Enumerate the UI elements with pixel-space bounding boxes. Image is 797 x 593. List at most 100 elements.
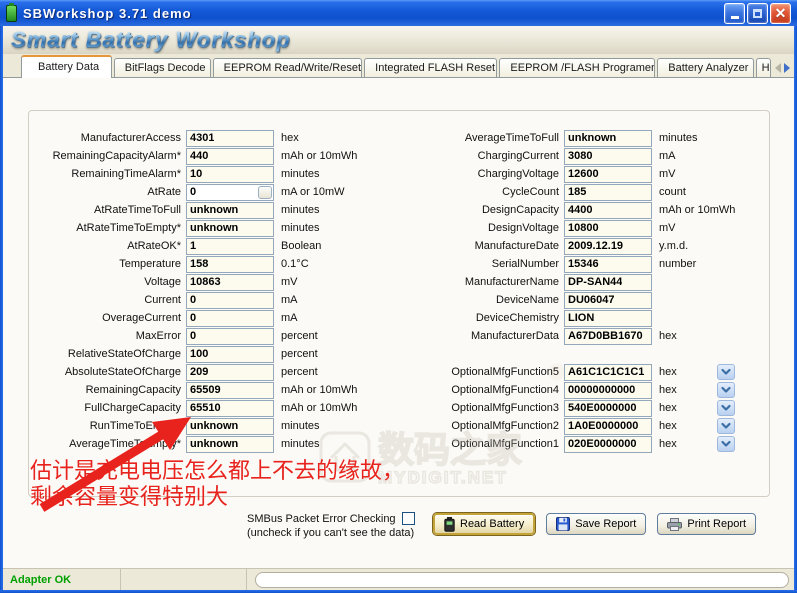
field-value[interactable]: 0 bbox=[186, 328, 274, 345]
field-value[interactable]: 540E0000000 bbox=[564, 400, 652, 417]
field-value[interactable]: 1A0E0000000 bbox=[564, 418, 652, 435]
field-value-text: 3080 bbox=[568, 150, 592, 162]
field-label: ManufacturerData bbox=[440, 330, 564, 342]
chevron-down-icon[interactable] bbox=[717, 436, 735, 452]
logo-bar: Smart Battery Workshop bbox=[3, 26, 794, 54]
tab-eeprom-flash-programer[interactable]: EEPROM /FLASH Programer bbox=[499, 58, 655, 77]
field-value[interactable]: 100 bbox=[186, 346, 274, 363]
field-value[interactable]: unknown bbox=[564, 130, 652, 147]
read-battery-button[interactable]: Read Battery bbox=[433, 513, 535, 535]
field-value-text: unknown bbox=[190, 438, 238, 450]
field-value[interactable]: 10863 bbox=[186, 274, 274, 291]
field-value-text: 10800 bbox=[568, 222, 599, 234]
smbus-section: SMBus Packet Error Checking (uncheck if … bbox=[247, 512, 415, 539]
field-row: ChargingVoltage12600mV bbox=[440, 165, 735, 183]
field-unit: count bbox=[659, 186, 686, 198]
field-label: AtRateTimeToFull bbox=[36, 204, 186, 216]
field-value[interactable]: unknown bbox=[186, 418, 274, 435]
field-value[interactable]: 1 bbox=[186, 238, 274, 255]
field-label: RunTimeToEmpty* bbox=[36, 420, 186, 432]
tab-battery-data[interactable]: Battery Data bbox=[21, 55, 112, 78]
field-value[interactable]: 00000000000 bbox=[564, 382, 652, 399]
field-value[interactable]: unknown bbox=[186, 436, 274, 453]
field-value[interactable]: 3080 bbox=[564, 148, 652, 165]
maximize-button[interactable] bbox=[747, 3, 768, 24]
tab-eeprom-read-write-reset[interactable]: EEPROM Read/Write/Reset bbox=[213, 58, 362, 77]
field-row: RelativeStateOfCharge100percent bbox=[36, 345, 357, 363]
field-label: DeviceChemistry bbox=[440, 312, 564, 324]
app-window: SBWorkshop 3.71 demo ✕ Smart Battery Wor… bbox=[0, 0, 797, 593]
field-value[interactable]: A61C1C1C1C1 bbox=[564, 364, 652, 381]
field-label: RemainingCapacityAlarm* bbox=[36, 150, 186, 162]
field-row: AtRate0mA or 10mW bbox=[36, 183, 357, 201]
print-report-button[interactable]: Print Report bbox=[657, 513, 756, 535]
tab-bitflags-decode[interactable]: BitFlags Decode bbox=[114, 58, 211, 77]
adapter-status: Adapter OK bbox=[3, 569, 121, 590]
spin-button[interactable] bbox=[258, 186, 272, 199]
field-value[interactable]: 020E0000000 bbox=[564, 436, 652, 453]
tab-h[interactable]: H bbox=[756, 58, 771, 77]
field-value[interactable]: unknown bbox=[186, 220, 274, 237]
field-label: AverageTimeToEmpty* bbox=[36, 438, 186, 450]
field-row: CycleCount185count bbox=[440, 183, 735, 201]
field-value[interactable]: 2009.12.19 bbox=[564, 238, 652, 255]
tab-scroll-right-icon[interactable] bbox=[784, 63, 790, 73]
field-label: OptionalMfgFunction4 bbox=[440, 384, 564, 396]
field-label: OptionalMfgFunction2 bbox=[440, 420, 564, 432]
field-label: DesignCapacity bbox=[440, 204, 564, 216]
close-button[interactable]: ✕ bbox=[770, 3, 791, 24]
field-row: RemainingTimeAlarm*10minutes bbox=[36, 165, 357, 183]
field-value[interactable]: DU06047 bbox=[564, 292, 652, 309]
battery-icon bbox=[444, 517, 455, 532]
field-value[interactable]: 440 bbox=[186, 148, 274, 165]
field-value[interactable]: LION bbox=[564, 310, 652, 327]
chevron-down-icon[interactable] bbox=[717, 382, 735, 398]
field-label: AtRateOK* bbox=[36, 240, 186, 252]
field-value[interactable]: 0 bbox=[186, 184, 274, 201]
field-value-text: DU06047 bbox=[568, 294, 614, 306]
field-value[interactable]: 4301 bbox=[186, 130, 274, 147]
chevron-down-icon[interactable] bbox=[717, 364, 735, 380]
field-value[interactable]: 15346 bbox=[564, 256, 652, 273]
field-value-text: 00000000000 bbox=[568, 384, 635, 396]
field-value[interactable]: 0 bbox=[186, 292, 274, 309]
column-spacer bbox=[440, 345, 735, 363]
minimize-button[interactable] bbox=[724, 3, 745, 24]
field-value[interactable]: 12600 bbox=[564, 166, 652, 183]
field-row: Current0mA bbox=[36, 291, 357, 309]
field-value[interactable]: 10 bbox=[186, 166, 274, 183]
field-label: Voltage bbox=[36, 276, 186, 288]
field-row: DesignCapacity4400mAh or 10mWh bbox=[440, 201, 735, 219]
field-unit: mV bbox=[659, 222, 676, 234]
field-unit: hex bbox=[659, 402, 697, 414]
field-value-text: 4301 bbox=[190, 132, 214, 144]
field-value[interactable]: 158 bbox=[186, 256, 274, 273]
field-row: DesignVoltage10800mV bbox=[440, 219, 735, 237]
field-value-text: 15346 bbox=[568, 258, 599, 270]
smbus-checkbox[interactable] bbox=[402, 512, 415, 525]
tab-integrated-flash-reset[interactable]: Integrated FLASH Reset bbox=[364, 58, 497, 77]
field-value[interactable]: 185 bbox=[564, 184, 652, 201]
field-unit: percent bbox=[281, 348, 318, 360]
field-row: DeviceName DU06047 bbox=[440, 291, 735, 309]
chevron-down-icon[interactable] bbox=[717, 418, 735, 434]
field-value[interactable]: 4400 bbox=[564, 202, 652, 219]
tab-battery-analyzer[interactable]: Battery Analyzer bbox=[657, 58, 753, 77]
field-label: RemainingTimeAlarm* bbox=[36, 168, 186, 180]
field-row: MaxError0percent bbox=[36, 327, 357, 345]
field-label: OptionalMfgFunction5 bbox=[440, 366, 564, 378]
tab-scroll-left-icon[interactable] bbox=[775, 63, 781, 73]
field-value[interactable]: 65509 bbox=[186, 382, 274, 399]
field-value[interactable]: A67D0BB1670 bbox=[564, 328, 652, 345]
field-value[interactable]: DP-SAN44 bbox=[564, 274, 652, 291]
field-label: DeviceName bbox=[440, 294, 564, 306]
field-value[interactable]: 209 bbox=[186, 364, 274, 381]
chevron-down-icon[interactable] bbox=[717, 400, 735, 416]
field-label: FullChargeCapacity bbox=[36, 402, 186, 414]
field-value[interactable]: 0 bbox=[186, 310, 274, 327]
field-value[interactable]: unknown bbox=[186, 202, 274, 219]
field-value[interactable]: 65510 bbox=[186, 400, 274, 417]
save-report-button[interactable]: Save Report bbox=[546, 513, 646, 535]
field-value[interactable]: 10800 bbox=[564, 220, 652, 237]
field-label: AtRateTimeToEmpty* bbox=[36, 222, 186, 234]
